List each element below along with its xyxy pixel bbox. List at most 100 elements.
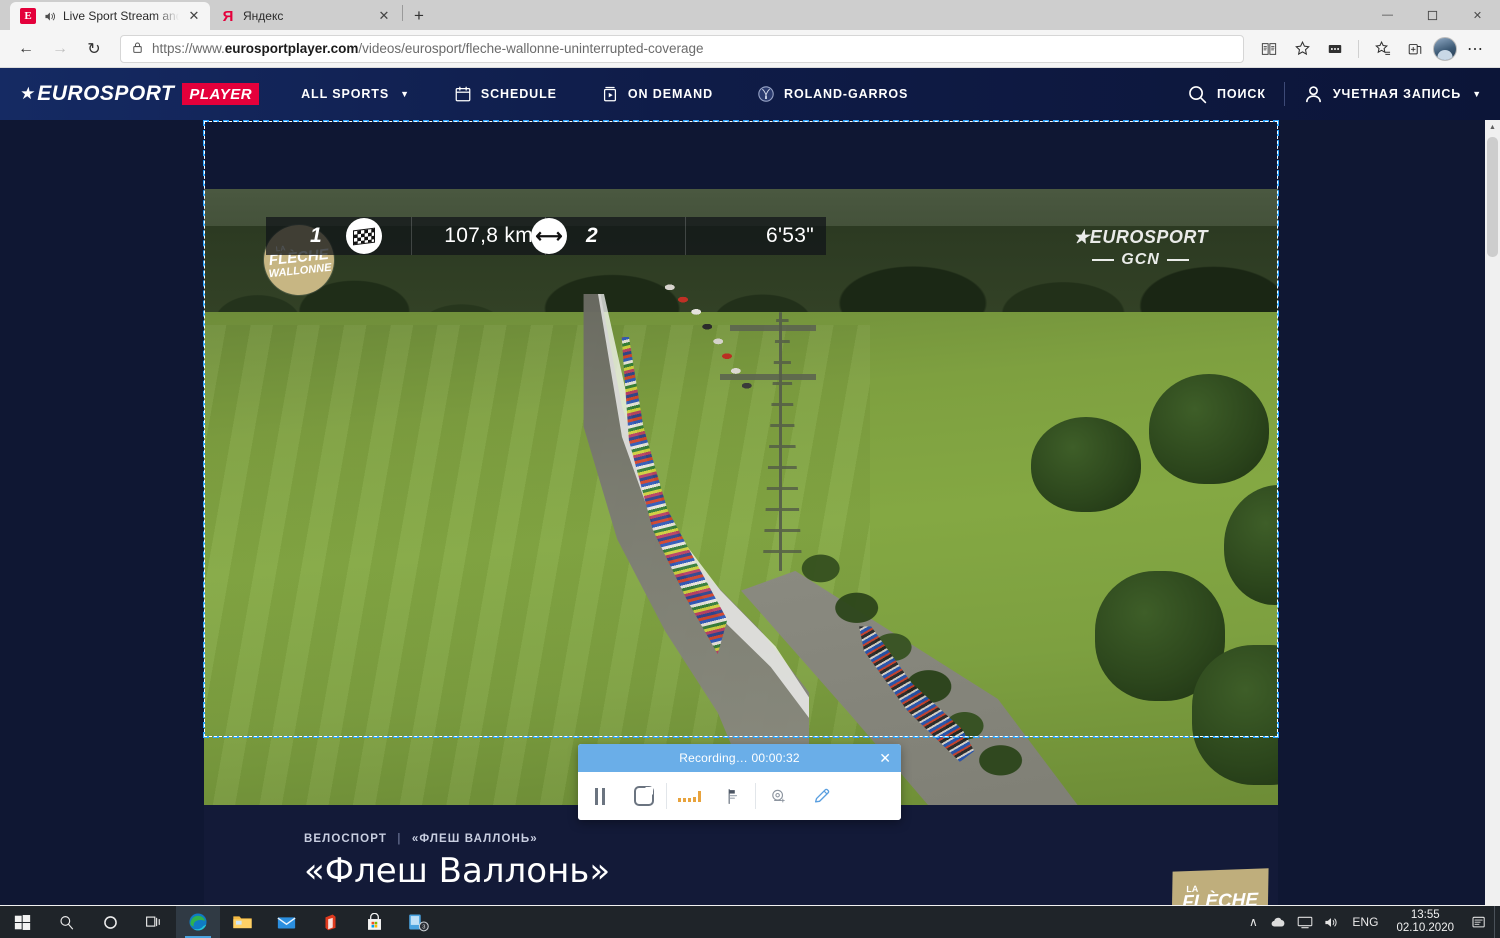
chevron-down-icon: ▼ [400,89,410,99]
clock-date: 02.10.2020 [1396,922,1454,934]
volume-icon[interactable] [1318,906,1344,938]
recorder-status: Recording… 00:00:32 [679,751,800,765]
show-desktop-button[interactable] [1494,906,1500,938]
office-button[interactable] [308,906,352,938]
language-indicator[interactable]: ENG [1344,915,1386,929]
settings-more-icon[interactable]: ⋯ [1460,34,1490,64]
screen-recorder-toolbar[interactable]: Recording… 00:00:32 ✕ [578,744,901,820]
video-player[interactable]: LA FLÈCHE WALLONNE 1 107,8 km 2 6'53 [204,189,1278,805]
tab-audio-icon[interactable] [43,10,56,23]
video-frame[interactable]: LA FLÈCHE WALLONNE 1 107,8 km 2 6'53 [204,189,1278,805]
svg-text:3: 3 [422,925,425,931]
scrollbar-thumb[interactable] [1487,137,1498,257]
pencil-icon [814,788,830,803]
forward-button[interactable]: → [44,34,76,64]
calendar-icon [454,85,472,103]
tab-divider [402,5,403,21]
annotate-flag-button[interactable] [711,772,755,820]
tab-close-icon[interactable]: ✕ [376,8,392,24]
cortana-button[interactable] [88,906,132,938]
favorite-star-icon[interactable] [1287,34,1317,64]
nav-item-schedule[interactable]: SCHEDULE [454,85,557,103]
address-bar[interactable]: https://www.eurosportplayer.com/videos/e… [120,34,1244,63]
address-bar-url: https://www.eurosportplayer.com/videos/e… [152,41,704,56]
new-tab-button[interactable]: + [405,3,433,29]
recorder-buttons [578,772,901,820]
clock-time: 13:55 [1410,909,1440,921]
minimize-button[interactable]: — [1365,0,1410,30]
tab-title: Live Sport Stream and on D [63,9,179,23]
close-window-button[interactable]: ✕ [1455,0,1500,30]
search-icon [59,915,73,929]
recorder-button[interactable]: 3 [396,906,440,938]
profile-avatar[interactable] [1433,36,1457,61]
account-button[interactable]: УЧЕТНАЯ ЗАПИСЬ ▼ [1303,84,1482,105]
toolbar-divider [1358,39,1359,58]
screen-recorder-icon: 3 [408,914,429,932]
yandex-icon: Я [222,7,234,25]
audio-level-icon [677,790,701,802]
draw-button[interactable] [800,772,844,820]
edge-button[interactable] [176,906,220,938]
page-scrollbar[interactable]: ▲ [1485,120,1500,905]
video-library-icon [601,85,619,103]
kicker-event: «ФЛЕШ ВАЛЛОНЬ» [411,833,538,845]
collections-icon[interactable] [1400,34,1430,64]
site-navbar: ★ EUROSPORT PLAYER ALL SPORTS ▼ SCHEDULE [0,68,1500,120]
tab-close-icon[interactable]: ✕ [186,8,202,24]
tree [1149,373,1270,484]
nav-label: SCHEDULE [480,87,557,101]
recorder-close-icon[interactable]: ✕ [879,744,891,772]
pause-button[interactable] [578,772,622,820]
star-icon: ★ [18,84,37,103]
taskbar-apps: 3 [0,906,440,938]
reload-button[interactable]: ↻ [78,34,110,64]
file-explorer-button[interactable] [220,906,264,938]
badge-fleche: FLÈCHE [1181,889,1259,905]
recorder-titlebar[interactable]: Recording… 00:00:32 ✕ [578,744,901,772]
taskbar-clock[interactable]: 13:55 02.10.2020 [1386,909,1464,935]
task-view-icon [146,916,160,927]
back-button[interactable]: ← [10,34,42,64]
search-icon [1187,84,1208,105]
browser-tab-yandex[interactable]: Я Яндекс ✕ [210,2,400,30]
webcam-button[interactable] [756,772,800,820]
broadcast-watermark: ★EUROSPORT GCN [1073,227,1208,269]
watermark-gcn: GCN [1073,251,1208,269]
pylon-arm-upper [730,324,817,331]
nav-item-all-sports[interactable]: ALL SPORTS ▼ [301,87,410,101]
stop-rounded-square-icon [634,786,654,806]
search-button[interactable] [44,906,88,938]
onedrive-cloud-icon[interactable] [1266,906,1292,938]
logo-wordmark: EUROSPORT [37,82,175,105]
network-monitor-icon[interactable] [1292,906,1318,938]
nav-item-on-demand[interactable]: ON DEMAND [601,85,713,103]
mail-button[interactable] [264,906,308,938]
browser-window: E Live Sport Stream and on D ✕ Я Яндекс … [0,0,1500,906]
eurosport-e-icon: E [20,8,36,24]
start-button[interactable] [0,906,44,938]
scroll-up-arrow[interactable]: ▲ [1485,120,1500,135]
gap-position-value: 2 [586,224,598,247]
notifications-icon[interactable] [1464,906,1494,938]
chevron-down-icon: ▼ [1472,89,1482,99]
audio-levels-button[interactable] [667,772,711,820]
browser-tab-eurosport[interactable]: E Live Sport Stream and on D ✕ [10,2,210,30]
search-button[interactable]: ПОИСК [1187,84,1266,105]
user-icon [1303,84,1324,105]
stop-button[interactable] [622,772,666,820]
collections-star-icon[interactable] [1367,34,1397,64]
tray-overflow-icon[interactable]: ∧ [1240,906,1266,938]
store-button[interactable] [352,906,396,938]
maximize-button[interactable] [1410,0,1455,30]
eurosport-logo[interactable]: ★ EUROSPORT PLAYER [18,82,260,106]
stat-gap-time-cell: 6'53" [686,217,826,255]
reading-view-icon[interactable] [1254,34,1284,64]
nav-item-roland-garros[interactable]: ROLAND-GARROS [757,85,908,103]
watermark-eurosport: ★EUROSPORT [1073,227,1208,247]
kicker-sport: ВЕЛОСПОРТ [304,833,387,845]
task-view-button[interactable] [132,906,176,938]
extensions-icon[interactable] [1320,34,1350,64]
microsoft-store-icon [367,912,381,930]
roland-garros-icon [757,85,775,103]
